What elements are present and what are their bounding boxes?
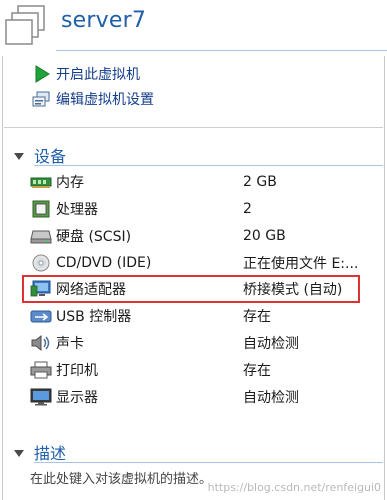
device-name: 内存 xyxy=(56,175,84,191)
device-name: 处理器 xyxy=(56,202,98,218)
description-section-toggle[interactable]: 描述 xyxy=(14,441,66,463)
watermark-text: https://blog.csdn.net/renfeigui0 xyxy=(207,481,381,494)
edit-settings-icon xyxy=(32,90,52,108)
power-on-label: 开启此虚拟机 xyxy=(56,67,140,83)
description-field[interactable]: 在此处键入对该虚拟机的描述。 xyxy=(30,468,212,487)
device-name: 声卡 xyxy=(56,336,84,352)
devices-section-toggle[interactable]: 设备 xyxy=(14,144,66,166)
power-on-button[interactable]: 开启此虚拟机 xyxy=(32,63,140,85)
device-row-processor[interactable]: 处理器 2 xyxy=(30,197,360,221)
device-row-printer[interactable]: 打印机 存在 xyxy=(30,358,360,382)
device-row-usb[interactable]: USB 控制器 存在 xyxy=(30,304,360,328)
device-name: 打印机 xyxy=(56,363,98,379)
memory-icon xyxy=(30,173,52,191)
device-name: CD/DVD (IDE) xyxy=(56,255,152,271)
panel-right-border xyxy=(384,56,385,500)
device-row-sound[interactable]: 声卡 自动检测 xyxy=(30,331,360,355)
device-value: 2 xyxy=(243,201,252,217)
virtual-machine-icon xyxy=(4,4,48,46)
device-value: 2 GB xyxy=(243,174,277,190)
cd-dvd-icon xyxy=(30,254,52,272)
processor-icon xyxy=(30,200,52,218)
hard-disk-icon xyxy=(30,227,52,245)
printer-icon xyxy=(30,361,52,379)
device-value: 存在 xyxy=(243,363,271,379)
edit-settings-button[interactable]: 编辑虚拟机设置 xyxy=(32,88,154,110)
display-icon xyxy=(30,388,52,406)
device-row-display[interactable]: 显示器 自动检测 xyxy=(30,385,360,409)
device-name: 硬盘 (SCSI) xyxy=(56,229,132,245)
sound-icon xyxy=(30,334,52,352)
device-value: 20 GB xyxy=(243,228,286,244)
device-name: USB 控制器 xyxy=(56,309,132,325)
device-value: 自动检测 xyxy=(243,336,299,352)
network-adapter-highlight xyxy=(22,275,360,303)
vm-title: server7 xyxy=(61,8,147,33)
collapse-triangle-icon xyxy=(14,152,24,160)
device-value: 存在 xyxy=(243,309,271,325)
device-row-memory[interactable]: 内存 2 GB xyxy=(30,170,360,194)
play-icon xyxy=(32,65,52,83)
device-value: 自动检测 xyxy=(243,390,299,406)
device-row-hard-disk[interactable]: 硬盘 (SCSI) 20 GB xyxy=(30,224,360,248)
devices-section-title: 设备 xyxy=(34,147,67,166)
description-section-divider xyxy=(34,462,383,463)
edit-settings-label: 编辑虚拟机设置 xyxy=(56,92,154,108)
header-divider xyxy=(56,50,387,51)
vm-header: server7 xyxy=(0,0,387,52)
device-name: 显示器 xyxy=(56,390,98,406)
panel-left-border xyxy=(2,56,3,500)
collapse-triangle-icon xyxy=(14,449,24,457)
device-value: 正在使用文件 E:... xyxy=(243,256,359,272)
devices-section-divider xyxy=(34,165,383,166)
actions-divider xyxy=(4,127,383,128)
description-section-title: 描述 xyxy=(34,444,67,463)
usb-icon xyxy=(30,307,52,325)
device-row-cd-dvd[interactable]: CD/DVD (IDE) 正在使用文件 E:... xyxy=(30,251,360,275)
